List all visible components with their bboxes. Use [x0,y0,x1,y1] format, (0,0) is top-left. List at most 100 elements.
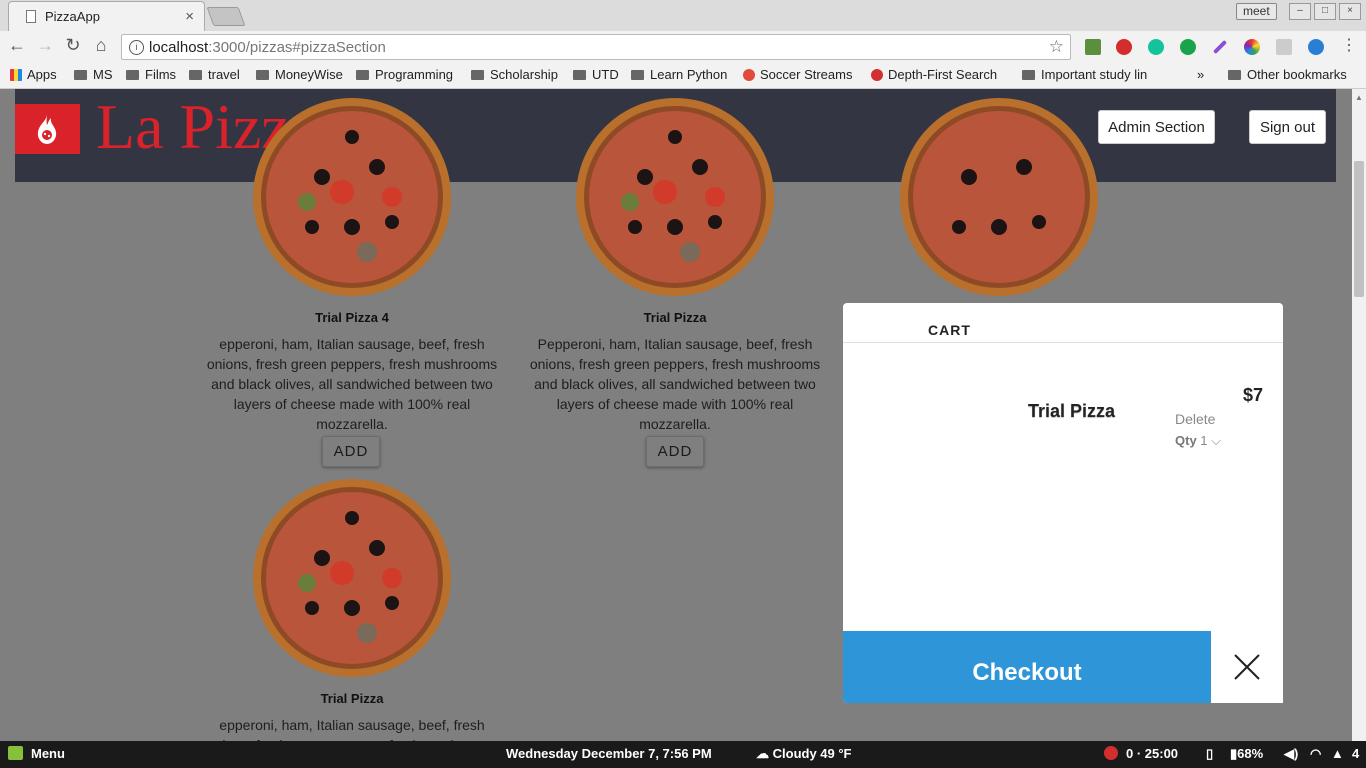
browser-toolbar: ← → ↻ ⌂ i localhost:3000/pizzas#pizzaSec… [0,31,1366,63]
cart-item-qty-select[interactable]: Qty 1 ⌵ [1175,433,1221,449]
folder-icon [631,70,644,80]
cloud-icon: ☁ [756,746,769,761]
menu-kebab-icon[interactable]: ⋮ [1338,35,1360,55]
start-menu-button[interactable]: Menu [8,746,65,761]
apps-grid-icon [10,69,22,81]
scroll-up-icon[interactable]: ▲ [1355,93,1363,102]
tab-title: PizzaApp [45,9,100,24]
weather-applet[interactable]: ☁ Cloudy 49 °F [756,746,852,762]
folder-icon [126,70,139,80]
bookmark-folder[interactable]: Learn Python [631,67,727,82]
bookmark-apps[interactable]: Apps [10,67,57,82]
bookmark-folder[interactable]: UTD [573,67,619,82]
cart-item-name: Trial Pizza [1028,401,1116,421]
folder-icon [1022,70,1035,80]
bookmark-folder[interactable]: MS [74,67,113,82]
pizza-title: Trial Pizza 4 [315,310,389,325]
page-content: La Pizzaria Admin Section Sign out Trial… [0,89,1352,741]
workspace-switcher[interactable]: 4 [1352,746,1359,761]
bookmark-folder[interactable]: travel [189,67,240,82]
tomato-icon [1104,746,1118,760]
brand-logo[interactable] [15,104,80,154]
checkout-button[interactable]: Checkout [843,631,1211,703]
clock[interactable]: Wednesday December 7, 7:56 PM [506,746,712,761]
folder-icon [356,70,369,80]
folder-icon [74,70,87,80]
new-tab-button[interactable] [206,7,246,26]
star-badge-icon [871,69,883,81]
cart-divider [843,342,1283,343]
bookmark-folder[interactable]: Programming [356,67,453,82]
folder-icon [573,70,586,80]
pizza-description: Pepperoni, ham, Italian sausage, beef, f… [529,336,821,432]
grammarly-icon[interactable] [1148,39,1164,55]
address-bar[interactable]: i localhost:3000/pizzas#pizzaSection ☆ [121,34,1071,60]
bookmark-folder[interactable]: Scholarship [471,67,558,82]
minimize-button[interactable]: ‒ [1289,3,1311,20]
bookmarks-overflow[interactable]: » [1197,67,1204,82]
add-to-cart-button[interactable]: ADD [322,436,380,467]
wifi-icon[interactable]: ◠ [1310,746,1321,762]
close-icon [1234,654,1260,680]
chevron-down-icon: ⌵ [1211,433,1222,448]
pizza-title: Trial Pizza [643,310,707,325]
clipboard-icon[interactable]: ▯ [1206,746,1213,762]
flame-pizza-icon [37,114,57,144]
reload-icon[interactable]: ↻ [62,35,84,56]
pen-icon[interactable] [1212,39,1228,55]
bookmark-star-icon[interactable]: ☆ [1049,37,1064,57]
window-close-button[interactable]: × [1339,3,1361,20]
maximize-button[interactable]: □ [1314,3,1336,20]
folder-icon [189,70,202,80]
page-icon [26,10,36,23]
admin-section-button[interactable]: Admin Section [1098,110,1215,144]
pizza-image [253,98,451,296]
info-icon[interactable]: i [129,40,144,55]
forward-icon[interactable]: → [34,35,56,56]
cart-close-button[interactable] [1211,631,1283,703]
bookmark-other[interactable]: Other bookmarks [1228,67,1347,82]
volume-icon[interactable]: ◀) [1284,746,1298,762]
tab-strip: PizzaApp × meet ‒ □ × [0,0,1366,32]
bookmark-folder[interactable]: Films [126,67,176,82]
reddit-icon [743,69,755,81]
folder-icon [471,70,484,80]
color-picker-icon[interactable] [1244,39,1260,55]
add-to-cart-button[interactable]: ADD [646,436,704,467]
notification-icon[interactable]: ▲ [1331,746,1344,761]
tab-close-icon[interactable]: × [185,8,194,25]
cart-item-price: $7 [1243,385,1264,405]
battery-applet[interactable]: ▮68% [1230,746,1263,762]
profile-button[interactable]: meet [1236,3,1277,20]
pizza-description: epperoni, ham, Italian sausage, beef, fr… [207,717,497,741]
extension-icon[interactable] [1085,39,1101,55]
pizza-image [900,98,1098,296]
adblock-icon[interactable] [1116,39,1132,55]
extension-icon[interactable] [1308,39,1324,55]
bookmark-soccer-streams[interactable]: Soccer Streams [743,67,852,82]
cart-panel: CART Trial Pizza Delete Qty 1 ⌵ $7 Check… [843,303,1283,703]
cart-item-delete-link[interactable]: Delete [1175,411,1215,427]
url-text: localhost:3000/pizzas#pizzaSection [149,39,386,56]
sign-out-button[interactable]: Sign out [1249,110,1326,144]
pizza-description: epperoni, ham, Italian sausage, beef, fr… [206,336,498,432]
bookmark-folder[interactable]: MoneyWise [256,67,343,82]
cart-title: CART [928,322,971,338]
pizza-title: Trial Pizza [320,691,384,706]
extension-icon[interactable] [1180,39,1196,55]
pizza-image [576,98,774,296]
folder-icon [1228,70,1241,80]
pizza-image [253,479,451,677]
home-icon[interactable]: ⌂ [90,35,112,56]
tab-pizzaapp[interactable]: PizzaApp × [8,1,205,32]
bookmark-folder[interactable]: Important study lin [1022,67,1160,82]
mint-logo-icon [8,746,23,760]
os-taskbar: Menu Wednesday December 7, 7:56 PM ☁ Clo… [0,741,1366,768]
bookmark-dfs[interactable]: Depth-First Search [871,67,997,82]
page-scrollbar[interactable]: ▲ [1352,89,1366,741]
back-icon[interactable]: ← [6,35,28,56]
extension-icon[interactable] [1276,39,1292,55]
pomodoro-applet[interactable]: 0 · 25:00 [1104,746,1178,761]
scrollbar-thumb[interactable] [1354,161,1364,297]
folder-icon [256,70,269,80]
